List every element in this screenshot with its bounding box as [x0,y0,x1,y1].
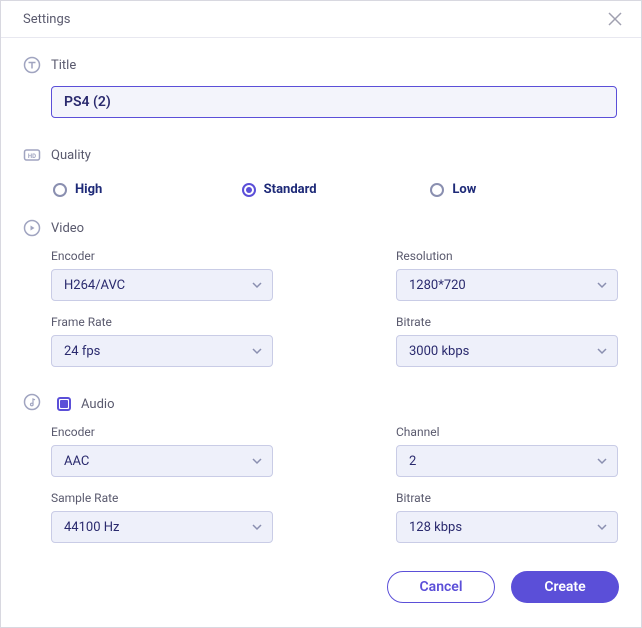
video-framerate-field: Frame Rate 24 fps [51,315,273,367]
quality-options: High Standard Low [53,182,619,197]
quality-section-head: HD Quality [23,146,619,164]
audio-checkbox[interactable] [57,397,71,411]
field-label: Encoder [51,425,273,439]
field-label: Channel [396,425,618,439]
field-label: Frame Rate [51,315,273,329]
field-label: Sample Rate [51,491,273,505]
quality-label: Quality [51,148,91,163]
video-encoder-select[interactable]: H264/AVC [51,269,273,301]
play-icon [23,219,41,237]
video-section-head: Video [23,219,619,237]
video-framerate-select[interactable]: 24 fps [51,335,273,367]
video-label: Video [51,221,84,236]
chevron-down-icon [597,456,607,466]
chevron-down-icon [597,346,607,356]
video-resolution-select[interactable]: 1280*720 [396,269,618,301]
field-label: Bitrate [396,315,618,329]
audio-samplerate-select[interactable]: 44100 Hz [51,511,273,543]
radio-icon [242,183,256,197]
field-label: Resolution [396,249,618,263]
radio-icon [53,183,67,197]
audio-samplerate-field: Sample Rate 44100 Hz [51,491,273,543]
music-icon [23,393,41,415]
chevron-down-icon [252,346,262,356]
audio-grid: Encoder AAC Channel 2 Sample Rate 44100 … [51,425,619,543]
quality-radio-standard[interactable]: Standard [242,182,431,197]
audio-encoder-field: Encoder AAC [51,425,273,477]
audio-encoder-select[interactable]: AAC [51,445,273,477]
select-value: AAC [64,454,89,469]
title-input[interactable] [51,86,617,118]
audio-bitrate-select[interactable]: 128 kbps [396,511,618,543]
audio-channel-field: Channel 2 [396,425,618,477]
field-label: Bitrate [396,491,618,505]
radio-label: High [75,182,102,197]
radio-icon [430,183,444,197]
select-value: 44100 Hz [64,520,119,535]
chevron-down-icon [252,280,262,290]
chevron-down-icon [597,280,607,290]
dialog-title: Settings [23,12,70,27]
radio-label: Low [452,182,476,197]
select-value: 1280*720 [409,278,466,293]
field-label: Encoder [51,249,273,263]
audio-bitrate-field: Bitrate 128 kbps [396,491,618,543]
quality-radio-low[interactable]: Low [430,182,619,197]
audio-section: Audio Encoder AAC Channel 2 Sample Rate [23,393,619,543]
select-value: 3000 kbps [409,344,469,359]
title-section-head: Title [23,56,619,74]
create-button[interactable]: Create [511,571,619,603]
title-icon [23,56,41,74]
chevron-down-icon [252,456,262,466]
select-value: 2 [409,454,416,469]
hd-icon: HD [23,146,41,164]
dialog-content: Title HD Quality High Standard Low Video [1,38,641,543]
video-grid: Encoder H264/AVC Resolution 1280*720 Fra… [51,249,619,367]
radio-label: Standard [264,182,317,197]
audio-section-head: Audio [23,393,619,415]
video-resolution-field: Resolution 1280*720 [396,249,618,301]
close-icon[interactable] [607,11,623,27]
quality-radio-high[interactable]: High [53,182,242,197]
chevron-down-icon [597,522,607,532]
select-value: H264/AVC [64,278,125,293]
title-label: Title [51,58,76,73]
audio-label: Audio [81,397,114,412]
audio-channel-select[interactable]: 2 [396,445,618,477]
dialog-footer: Cancel Create [1,543,641,623]
cancel-button[interactable]: Cancel [387,571,495,603]
dialog-header: Settings [1,1,641,38]
chevron-down-icon [252,522,262,532]
video-bitrate-select[interactable]: 3000 kbps [396,335,618,367]
video-bitrate-field: Bitrate 3000 kbps [396,315,618,367]
video-section: Video Encoder H264/AVC Resolution 1280*7… [23,219,619,367]
video-encoder-field: Encoder H264/AVC [51,249,273,301]
select-value: 24 fps [64,344,100,359]
svg-text:HD: HD [28,153,36,160]
select-value: 128 kbps [409,520,462,535]
